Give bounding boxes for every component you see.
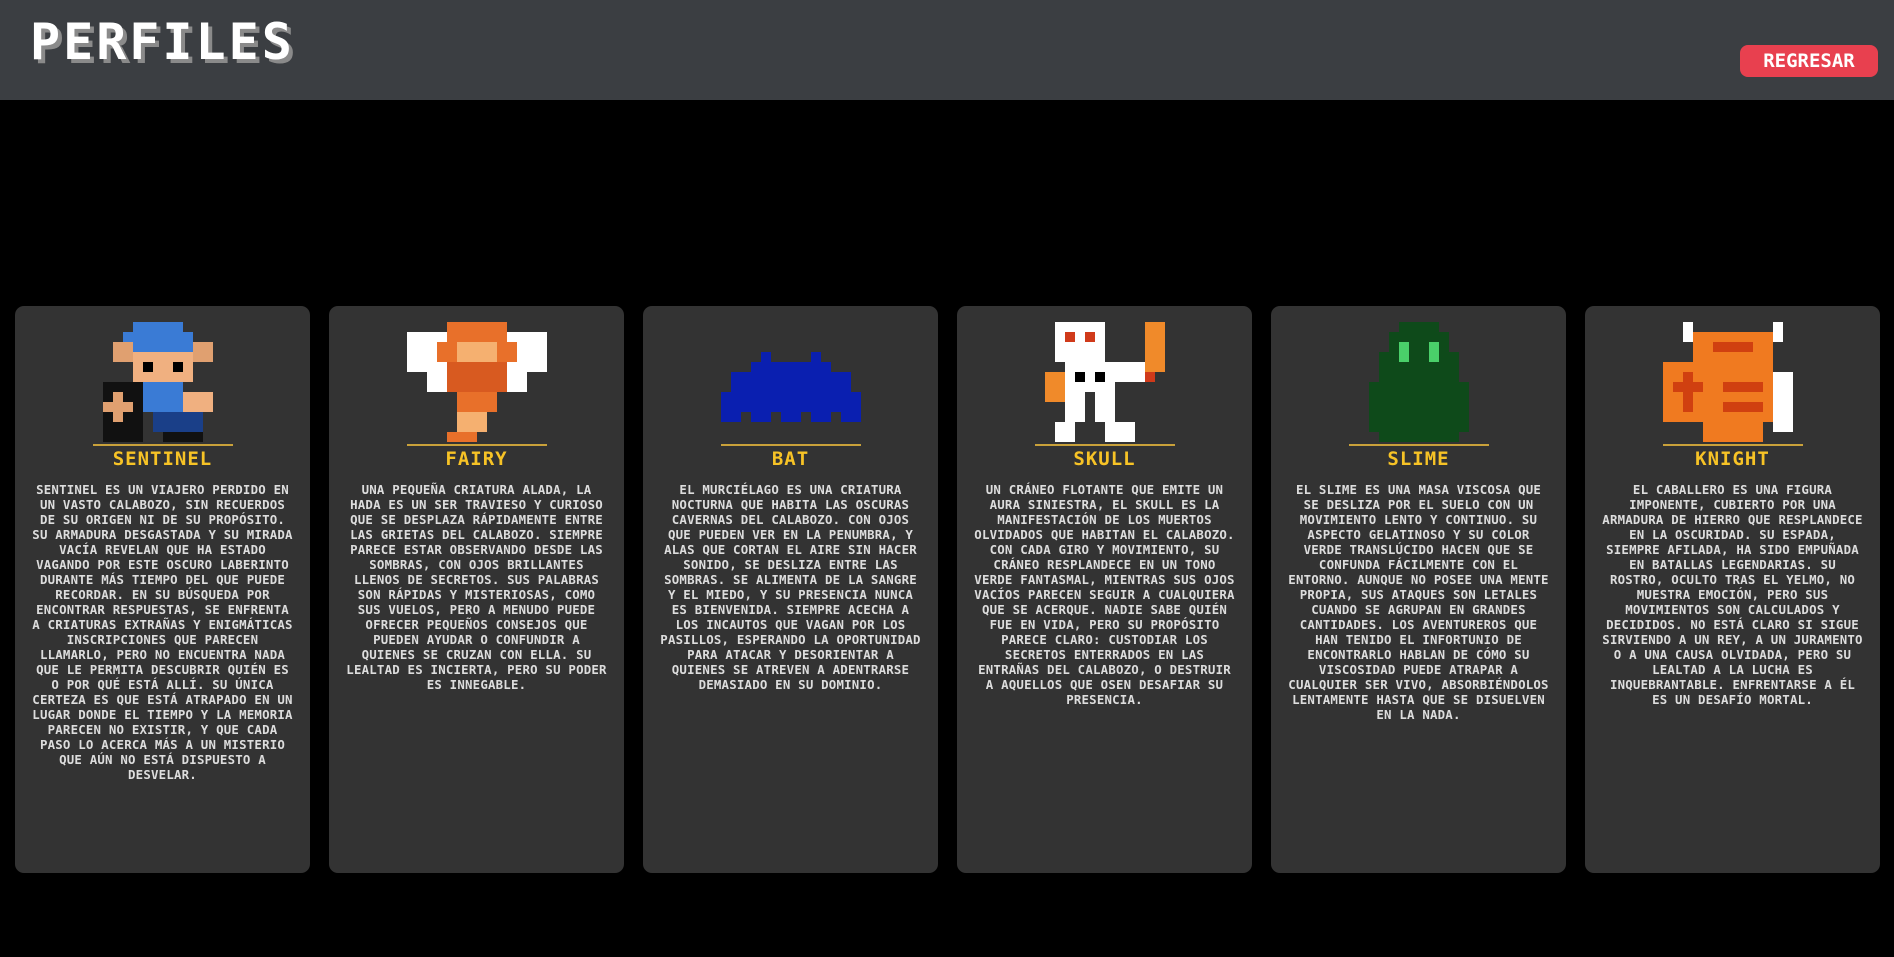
profile-name: FAIRY: [445, 448, 508, 470]
name-divider: [406, 444, 547, 446]
name-divider: [1348, 444, 1489, 446]
profile-card-fairy: FAIRY UNA PEQUEñA CRIATURA ALADA, LA HAD…: [329, 306, 624, 873]
profile-name: BAT: [771, 448, 810, 470]
name-divider: [1662, 444, 1803, 446]
profile-card-knight: KNIGHT EL CABALLERO ES UNA FIGURA IMPONE…: [1585, 306, 1880, 873]
top-bar: PERFILES REGRESAR: [0, 0, 1894, 100]
profile-name: SENTINEL: [112, 448, 213, 470]
profile-description: EL MURCIéLAGO ES UNA CRIATURA NOCTURNA Q…: [660, 482, 921, 692]
profile-card-skull: SKULL UN CRáNEO FLOTANTE QUE EMITE UN AU…: [957, 306, 1252, 873]
slime-sprite-icon: [1368, 322, 1469, 442]
skull-sprite-icon: [1044, 322, 1165, 442]
profile-name: KNIGHT: [1695, 448, 1770, 470]
profile-description: UN CRáNEO FLOTANTE QUE EMITE UN AURA SIN…: [974, 482, 1235, 707]
profile-description: EL SLIME ES UNA MASA VISCOSA QUE SE DESL…: [1288, 482, 1549, 722]
bat-sprite-icon: [720, 352, 861, 422]
profile-card-sentinel: SENTINEL SENTINEL ES UN VIAJERO PERDIDO …: [15, 306, 310, 873]
profile-description: EL CABALLERO ES UNA FIGURA IMPONENTE, CU…: [1602, 482, 1863, 707]
profile-cards: SENTINEL SENTINEL ES UN VIAJERO PERDIDO …: [15, 306, 1880, 873]
profile-card-slime: SLIME EL SLIME ES UNA MASA VISCOSA QUE S…: [1271, 306, 1566, 873]
name-divider: [720, 444, 861, 446]
name-divider: [1034, 444, 1175, 446]
sentinel-sprite-icon: [102, 322, 213, 442]
profile-name: SLIME: [1387, 448, 1450, 470]
knight-sprite-icon: [1662, 322, 1793, 442]
profile-name: SKULL: [1073, 448, 1136, 470]
profile-description: UNA PEQUEñA CRIATURA ALADA, LA HADA ES U…: [346, 482, 607, 692]
back-button[interactable]: REGRESAR: [1740, 45, 1878, 77]
page-title: PERFILES: [30, 13, 295, 71]
profile-card-bat: BAT EL MURCIéLAGO ES UNA CRIATURA NOCTUR…: [643, 306, 938, 873]
fairy-sprite-icon: [406, 322, 547, 442]
profile-description: SENTINEL ES UN VIAJERO PERDIDO EN UN VAS…: [32, 482, 293, 782]
name-divider: [92, 444, 233, 446]
